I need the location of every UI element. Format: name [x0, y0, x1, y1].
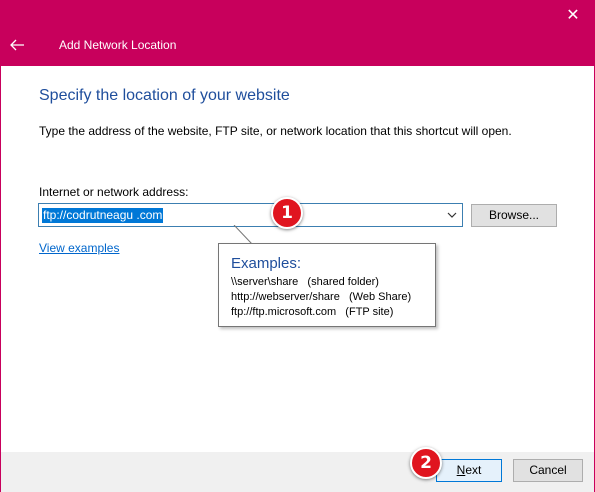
window-title: Add Network Location [59, 38, 177, 52]
address-input[interactable]: ftp://codrutneagu .com [42, 208, 164, 223]
add-network-location-dialog: Add Network Location ✕ Specify the locat… [0, 0, 595, 492]
step-badge-1: 1 [271, 197, 303, 229]
examples-tooltip: Examples: \\server\share (shared folder)… [218, 243, 436, 327]
view-examples-link[interactable]: View examples [39, 241, 119, 255]
instruction-text: Type the address of the website, FTP sit… [39, 124, 512, 138]
close-icon[interactable]: ✕ [563, 6, 583, 26]
next-button-label: ext [465, 463, 482, 477]
chevron-down-icon[interactable] [445, 208, 459, 222]
address-field-label: Internet or network address: [39, 185, 189, 199]
address-combobox[interactable]: ftp://codrutneagu .com [38, 203, 463, 227]
next-button[interactable]: Next [436, 459, 502, 482]
tooltip-title: Examples: [231, 255, 302, 272]
page-heading: Specify the location of your website [39, 87, 290, 104]
browse-button[interactable]: Browse... [471, 204, 557, 227]
frame-left-border [0, 0, 1, 492]
tooltip-line-ftp-site: ftp://ftp.microsoft.com (FTP site) [231, 306, 394, 318]
tooltip-line-web-share: http://webserver/share (Web Share) [231, 291, 412, 303]
dialog-footer [1, 452, 594, 492]
tooltip-pointer [233, 225, 253, 245]
back-arrow-icon[interactable] [8, 36, 26, 54]
tooltip-line-shared-folder: \\server\share (shared folder) [231, 276, 379, 288]
cancel-button[interactable]: Cancel [513, 459, 583, 482]
title-bar: Add Network Location ✕ [0, 0, 595, 66]
step-badge-2: 2 [410, 447, 442, 479]
